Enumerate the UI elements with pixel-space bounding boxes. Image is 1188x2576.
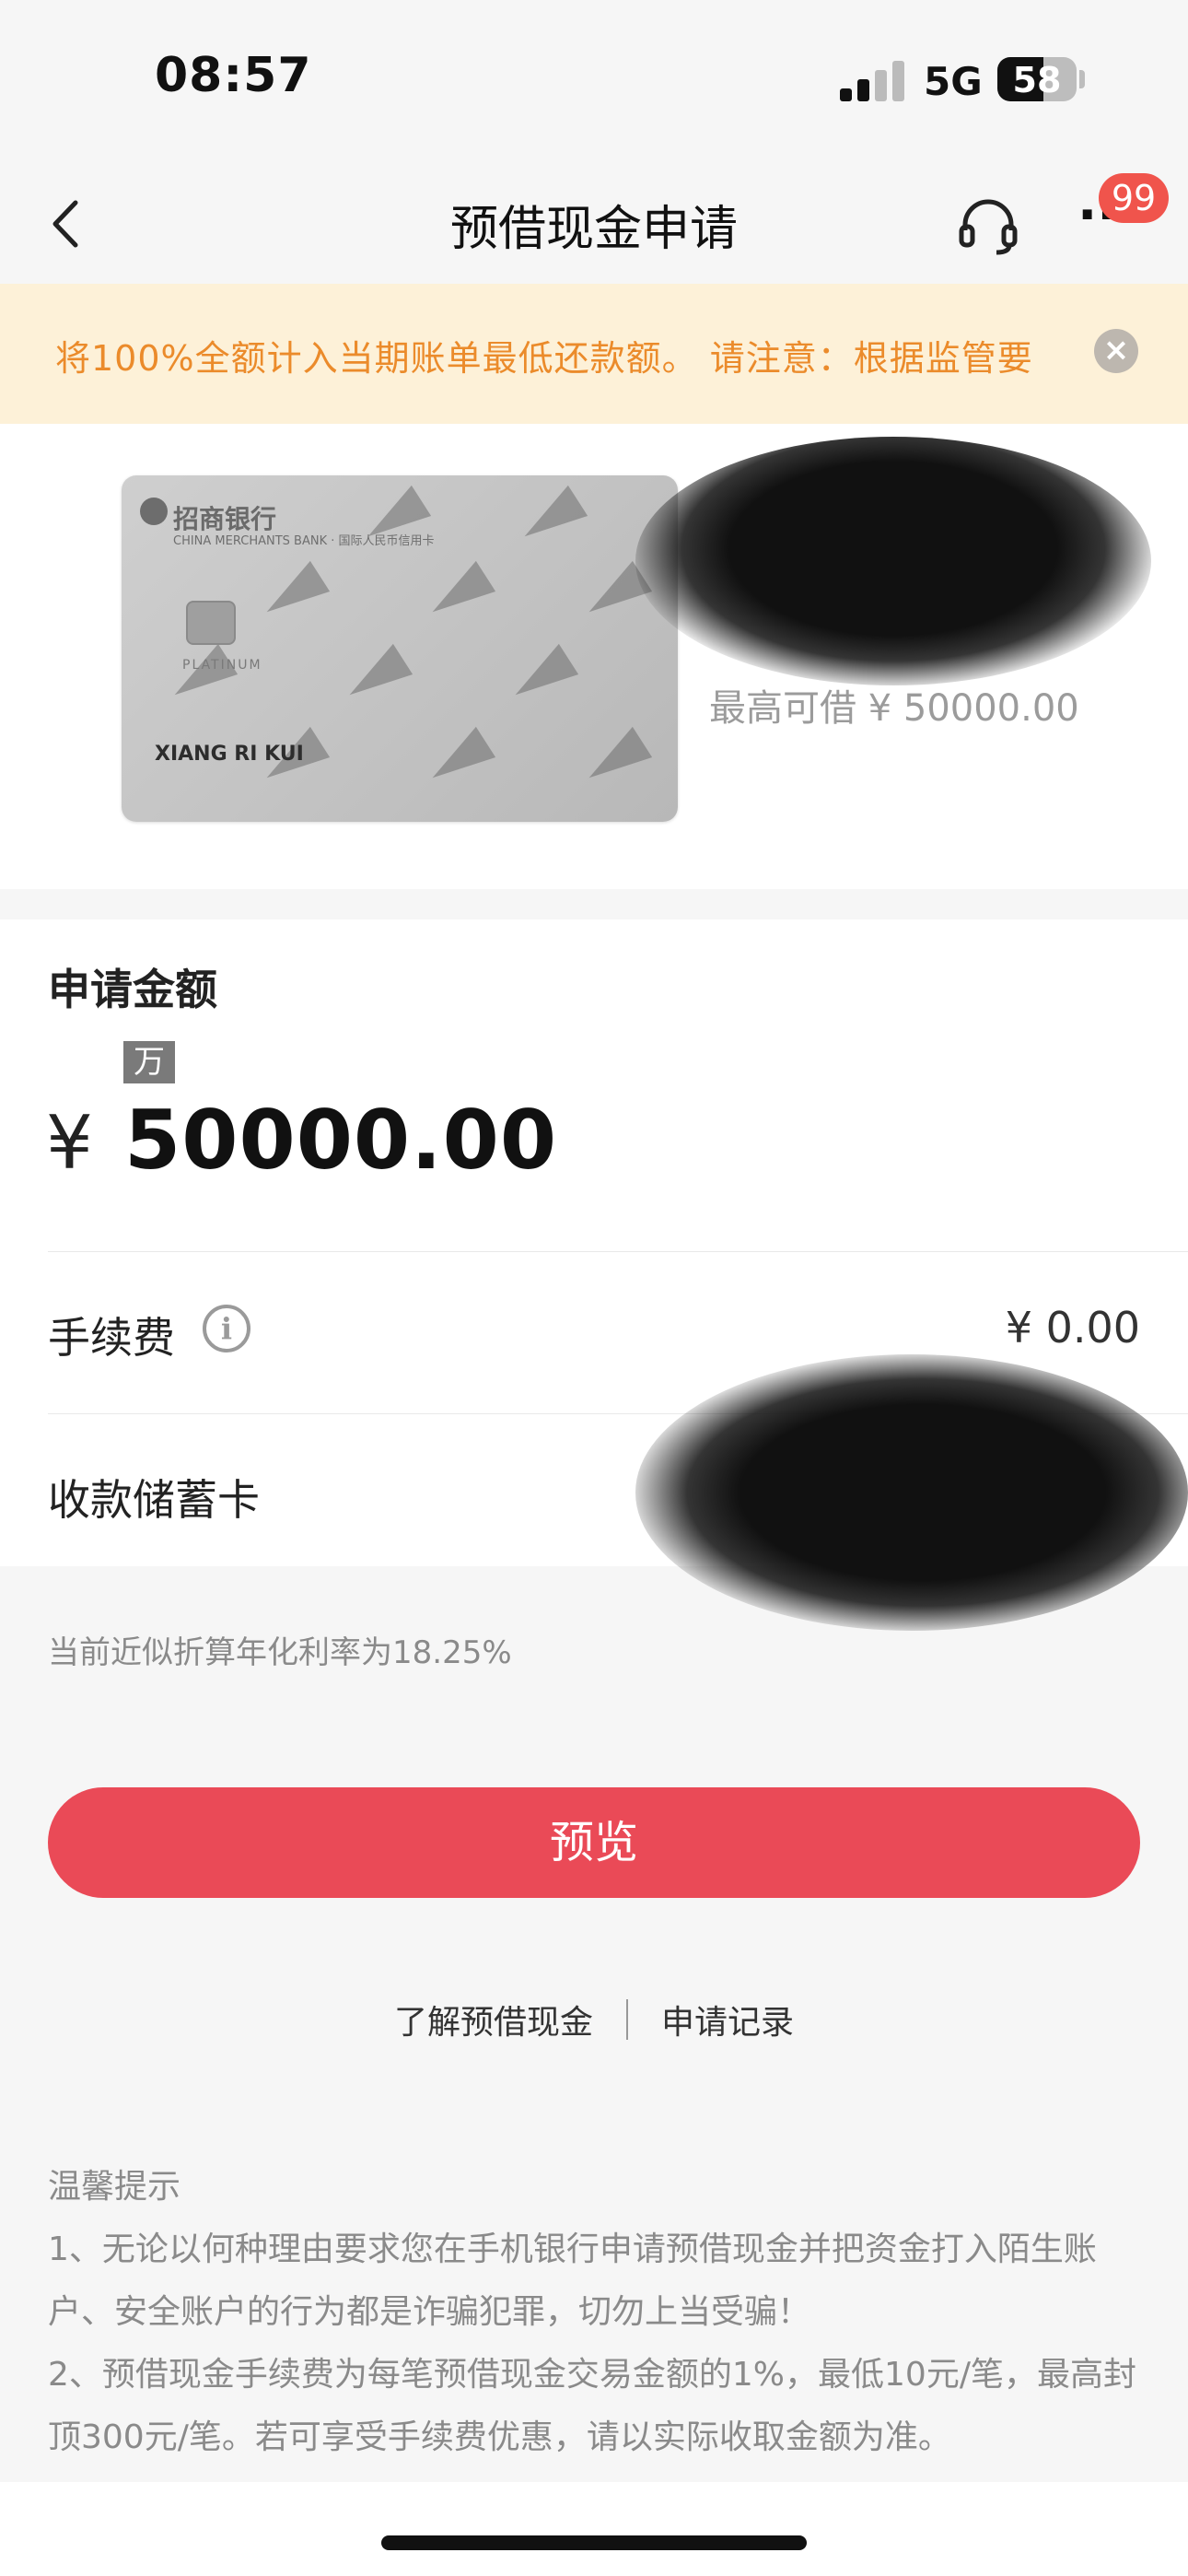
card-pattern-bird xyxy=(356,482,432,537)
tips-section: 温馨提示 1、无论以何种理由要求您在手机银行申请预借现金并把资金打入陌生账户、安… xyxy=(48,2156,1144,2532)
amount-input[interactable]: 50000.00 xyxy=(124,1093,557,1188)
card-pattern-bird xyxy=(421,723,496,779)
card-chip-icon xyxy=(186,601,236,645)
redaction-mark xyxy=(635,1354,1188,1631)
battery-level: 58 xyxy=(1012,60,1062,100)
amount-unit-tag: 万 xyxy=(123,1041,175,1083)
battery-icon: 58 xyxy=(997,57,1077,101)
card-pattern-bird xyxy=(513,482,588,537)
debit-card-selector[interactable]: 收款储蓄卡 xyxy=(48,1467,260,1528)
card-pattern-bird xyxy=(577,723,653,779)
annual-rate-text: 当前近似折算年化利率为18.25% xyxy=(48,1634,512,1671)
signal-icon xyxy=(840,61,904,101)
notice-fade xyxy=(0,284,55,424)
network-type: 5G xyxy=(924,59,983,104)
max-borrow-limit: 最高可借 ¥ 50000.00 xyxy=(709,687,1079,730)
notification-badge: 99 xyxy=(1099,173,1169,223)
tips-line: 2、预借现金手续费为每笔预借现金交易金额的1%，最低10元/笔，最高封顶300元… xyxy=(48,2356,1136,2456)
credit-card-image[interactable]: 招商银行 CHINA MERCHANTS BANK · 国际人民币信用卡 PLA… xyxy=(122,475,678,822)
link-row: 了解预借现金 申请记录 xyxy=(0,1996,1188,2043)
notice-banner: 将100%全额计入当期账单最低还款额。 请注意：根据监管要 xyxy=(0,284,1188,424)
amount-label: 申请金额 xyxy=(48,965,217,1014)
currency-symbol: ¥ xyxy=(46,1100,93,1186)
tips-line: 1、无论以何种理由要求您在手机银行申请预借现金并把资金打入陌生账户、安全账户的行… xyxy=(48,2231,1097,2331)
bank-logo-icon xyxy=(140,498,168,525)
card-tier: PLATINUM xyxy=(182,658,262,673)
home-bar xyxy=(0,2482,1188,2576)
status-time: 08:57 xyxy=(155,48,312,103)
card-pattern-bird xyxy=(255,557,331,613)
battery-tip xyxy=(1079,70,1085,88)
card-subtitle: CHINA MERCHANTS BANK · 国际人民币信用卡 xyxy=(173,534,435,548)
customer-service-button[interactable] xyxy=(956,195,1020,256)
notice-close-button[interactable]: × xyxy=(1094,329,1138,373)
learn-cash-advance-link[interactable]: 了解预借现金 xyxy=(394,2004,593,2042)
application-records-link[interactable]: 申请记录 xyxy=(661,2004,794,2042)
link-separator xyxy=(626,1999,628,2040)
card-holder-name: XIANG RI KUI xyxy=(155,743,304,766)
redaction-mark xyxy=(635,437,1151,685)
headset-icon xyxy=(959,199,1018,255)
card-pattern-bird xyxy=(504,640,579,696)
info-icon[interactable]: i xyxy=(203,1305,250,1352)
card-pattern-bird xyxy=(421,557,496,613)
fee-value: ¥ 0.00 xyxy=(1005,1303,1140,1352)
home-indicator[interactable] xyxy=(381,2535,807,2550)
notice-text: 将100%全额计入当期账单最低还款额。 请注意：根据监管要 xyxy=(55,338,1033,379)
divider xyxy=(48,1251,1188,1252)
preview-button[interactable]: 预览 xyxy=(48,1787,1140,1898)
fee-label: 手续费 xyxy=(48,1313,175,1363)
tips-title: 温馨提示 xyxy=(48,2168,181,2206)
card-pattern-bird xyxy=(338,640,413,696)
